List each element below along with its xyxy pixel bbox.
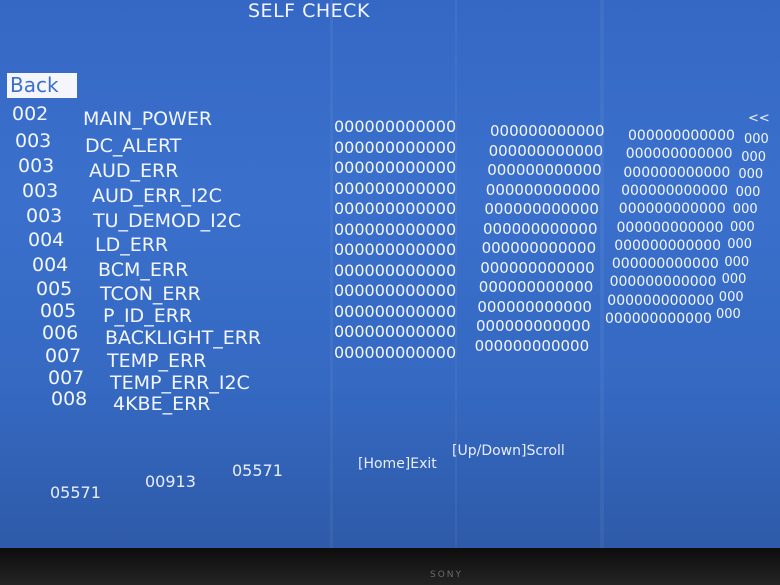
error-count-2: 000000000000	[476, 317, 591, 335]
error-count-1: 000000000000	[334, 178, 457, 198]
error-count-1: 000000000000	[334, 219, 457, 239]
error-count-2: 000000000000	[488, 141, 604, 160]
error-count-3: 000000000000	[625, 146, 733, 163]
error-count-1: 000000000000	[334, 137, 457, 157]
error-name: LD_ERR	[95, 234, 169, 256]
error-code: 006	[42, 322, 79, 344]
exit-hint: [Home]Exit	[358, 456, 437, 472]
error-count-1: 000000000000	[334, 240, 457, 259]
error-name: 4KBE_ERR	[113, 393, 211, 415]
brand-logo: SONY	[430, 570, 464, 580]
error-count-3: 000000000000	[621, 182, 728, 199]
error-count-4: 000	[732, 202, 758, 217]
error-count-3: 000000000000	[616, 219, 724, 236]
error-count-4: 000	[716, 307, 741, 322]
back-button[interactable]: Back	[7, 73, 77, 98]
error-count-2: 000000000000	[484, 200, 599, 218]
error-count-2: 000000000000	[477, 297, 592, 316]
error-name: BACKLIGHT_ERR	[105, 327, 262, 349]
error-count-1: 000000000000	[334, 158, 457, 177]
error-name: MAIN_POWER	[83, 108, 213, 130]
footer-value-2: 00913	[145, 472, 196, 491]
error-count-4: 000	[738, 167, 764, 182]
error-code: 003	[22, 180, 59, 202]
error-count-3: 000000000000	[623, 164, 731, 181]
error-count-3: 000000000000	[611, 256, 719, 273]
error-count-4: 000	[735, 184, 761, 200]
error-count-2: 000000000000	[480, 258, 595, 277]
error-name: P_ID_ERR	[103, 305, 193, 327]
tv-bezel	[0, 548, 780, 585]
scroll-hint: [Up/Down]Scroll	[452, 443, 565, 459]
error-count-1: 000000000000	[334, 199, 457, 218]
error-count-4: 000	[718, 289, 744, 305]
error-count-1: 000000000000	[334, 117, 457, 136]
footer-value-3: 05571	[232, 461, 283, 480]
error-code: 008	[51, 388, 88, 410]
error-code: 003	[26, 205, 63, 227]
error-count-3: 000000000000	[628, 128, 735, 144]
error-count-3: 000000000000	[605, 311, 712, 327]
error-count-1: 000000000000	[334, 260, 457, 280]
error-count-2: 000000000000	[481, 239, 597, 257]
error-count-4: 000	[727, 237, 753, 252]
error-count-4: 000	[721, 272, 747, 287]
error-name: AUD_ERR	[89, 160, 179, 182]
error-count-1: 000000000000	[334, 342, 457, 362]
error-count-3: 000000000000	[614, 237, 722, 254]
page-title: SELF CHECK	[248, 0, 370, 22]
error-name: TCON_ERR	[100, 283, 201, 305]
scroll-marker: <<	[748, 111, 770, 126]
error-count-4: 000	[744, 132, 769, 147]
error-count-1: 000000000000	[334, 322, 457, 341]
error-count-2: 000000000000	[485, 180, 601, 199]
error-name: AUD_ERR_I2C	[92, 185, 222, 207]
error-name: TEMP_ERR	[107, 350, 207, 372]
screen-artifact-stripe	[600, 0, 604, 550]
error-code: 004	[28, 229, 65, 251]
error-count-3: 000000000000	[618, 201, 726, 218]
error-count-2: 000000000000	[487, 161, 602, 179]
error-name: DC_ALERT	[85, 135, 182, 157]
footer-value-1: 05571	[50, 483, 101, 502]
error-count-2: 000000000000	[490, 122, 605, 140]
error-count-4: 000	[724, 254, 750, 270]
error-count-4: 000	[741, 149, 767, 165]
error-name: BCM_ERR	[98, 259, 189, 281]
error-count-2: 000000000000	[474, 336, 590, 355]
self-check-screen: SELF CHECK Back << 002 MAIN_POWER 003 DC_AL…	[0, 0, 780, 550]
error-code: 002	[12, 103, 49, 125]
screen-artifact-stripe	[330, 0, 333, 550]
error-count-4: 000	[730, 219, 755, 235]
error-code: 005	[40, 300, 77, 322]
error-code: 004	[32, 254, 69, 276]
error-count-1: 000000000000	[334, 301, 457, 321]
error-code: 003	[18, 155, 55, 177]
error-count-1: 000000000000	[334, 281, 457, 300]
error-name: TU_DEMOD_I2C	[93, 210, 242, 232]
error-code: 005	[36, 278, 73, 300]
error-count-2: 000000000000	[483, 219, 598, 238]
error-code: 007	[48, 367, 85, 389]
error-name: TEMP_ERR_I2C	[110, 372, 250, 394]
error-code: 003	[15, 130, 52, 152]
error-count-2: 000000000000	[478, 278, 594, 296]
error-count-3: 000000000000	[609, 274, 717, 291]
error-count-3: 000000000000	[607, 292, 715, 309]
error-code: 007	[45, 345, 82, 367]
